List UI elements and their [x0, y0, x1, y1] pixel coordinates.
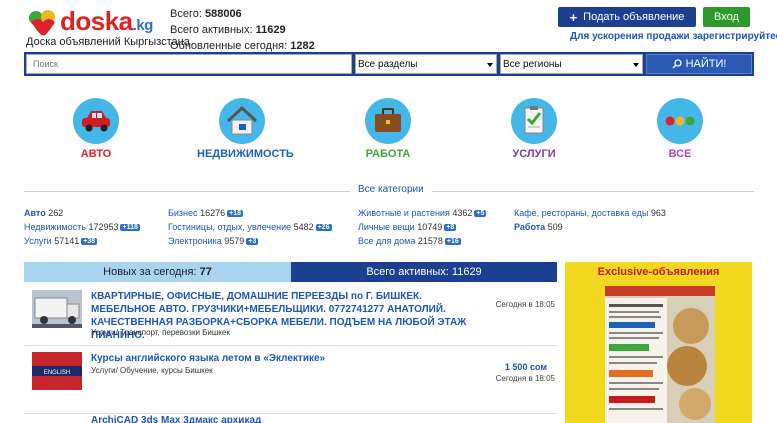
exclusive-title: Exclusive-объявления [597, 266, 720, 278]
search-input[interactable] [26, 54, 352, 74]
category-all[interactable]: ВСЕ [635, 98, 725, 160]
listing-thumbnail [32, 290, 82, 328]
chevron-down-icon [487, 63, 493, 67]
subcategory-link[interactable]: Гостиницы, отдых, увлечение 5482 +26 [168, 222, 332, 232]
new-count-badge: +118 [120, 224, 140, 231]
section-select[interactable]: Все разделы [355, 54, 497, 74]
new-count-badge: +5 [474, 210, 487, 217]
listing-price: 1 500 сом [504, 362, 547, 372]
add-listing-button[interactable]: + Подать объявление [558, 7, 696, 27]
stat-total: Всего: 588006 [170, 8, 242, 20]
subcategory-link[interactable]: Недвижимость 172953 +118 [24, 222, 140, 232]
new-count-badge: +26 [315, 224, 332, 231]
listing-title[interactable]: Курсы английского языка летом в «Эклекти… [91, 352, 481, 365]
list-item[interactable]: ArchiCAD 3ds Max 3дмакс архикад [24, 414, 557, 423]
tab-all-active[interactable]: Всего активных: 11629 [291, 262, 557, 282]
list-item[interactable]: ENGLISH Курсы английского языка летом в … [24, 346, 557, 414]
register-link[interactable]: Для ускорения продажи зарегистрируйтесь [570, 31, 777, 42]
car-icon [73, 98, 119, 144]
subcategory-link[interactable]: Услуги 57141 +38 [24, 236, 98, 246]
category-realty[interactable]: НЕДВИЖИМОСТЬ [197, 98, 294, 160]
subcategory-link[interactable]: Бизнес 16276 +18 [168, 208, 243, 218]
briefcase-icon [365, 98, 411, 144]
search-icon [672, 59, 682, 69]
subcategory-link[interactable]: Авто 262 [24, 208, 63, 218]
listing-title[interactable]: ArchiCAD 3ds Max 3дмакс архикад [91, 414, 481, 423]
logo-text: doska.kg [60, 6, 153, 36]
traffic-dots-icon [657, 98, 703, 144]
tab-new-today[interactable]: Новых за сегодня: 77 [24, 262, 291, 282]
plus-icon: + [569, 9, 578, 25]
subcategory-link[interactable]: Животные и растения 4362 +5 [358, 208, 487, 218]
stat-active: Всего активных: 11629 [170, 24, 286, 36]
site-stats: Всего: 588006 Всего активных: 11629 Обно… [170, 6, 315, 54]
listing-thumbnail: ENGLISH [32, 352, 82, 390]
subcategory-link[interactable]: Работа 509 [514, 222, 563, 232]
new-count-badge: +3 [246, 238, 259, 245]
search-button[interactable]: НАЙТИ! [646, 54, 752, 74]
chevron-down-icon [633, 63, 639, 67]
listing-category: Услуги/ Обучение, курсы Бишкек [91, 366, 213, 375]
subcategory-link[interactable]: Личные вещи 10749 +8 [358, 222, 457, 232]
category-auto[interactable]: АВТО [51, 98, 141, 160]
subcategory-link[interactable]: Электроника 9579 +3 [168, 236, 259, 246]
clipboard-icon [511, 98, 557, 144]
search-bar: Все разделы Все регионы НАЙТИ! [24, 52, 754, 76]
new-count-badge: +18 [227, 210, 243, 217]
listing-category: Услуги/ Транспорт, перевозки Бишкек [91, 328, 230, 337]
listing-date: Сегодня в 18:05 [495, 300, 555, 309]
new-count-badge: +8 [444, 224, 457, 231]
login-button[interactable]: Вход [703, 7, 750, 27]
exclusive-ad-banner[interactable] [605, 286, 715, 423]
subcategory-link[interactable]: Кафе, рестораны, доставка еды 963 [514, 208, 666, 218]
category-jobs[interactable]: РАБОТА [343, 98, 433, 160]
new-count-badge: +38 [81, 238, 98, 245]
tagline: Доска объявлений Кыргызстана [26, 36, 190, 48]
listing-date: Сегодня в 18:05 [495, 374, 555, 383]
exclusive-ads-panel: Exclusive-объявления [565, 262, 752, 423]
svg-text:ENGLISH: ENGLISH [44, 370, 70, 376]
hearts-logo-icon [29, 10, 55, 36]
ad-banner-image [605, 286, 715, 423]
list-item[interactable]: КВАРТИРНЫЕ, ОФИСНЫЕ, ДОМАШНИЕ ПЕРЕЕЗДЫ п… [24, 284, 557, 346]
house-icon [219, 98, 265, 144]
region-select[interactable]: Все регионы [500, 54, 643, 74]
subcategory-link[interactable]: Все для дома 21578 +16 [358, 236, 461, 246]
all-categories-link[interactable]: Все категории [350, 184, 432, 195]
category-services[interactable]: УСЛУГИ [489, 98, 579, 160]
new-count-badge: +16 [444, 238, 461, 245]
